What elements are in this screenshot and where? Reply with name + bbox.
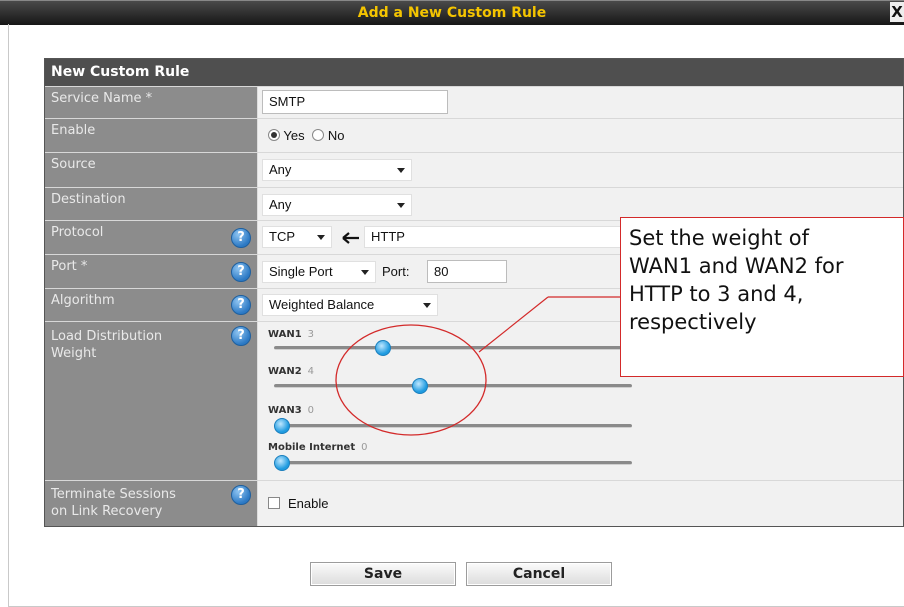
annotation-callout: Set the weight of WAN1 and WAN2 for HTTP… xyxy=(620,217,904,377)
annotation-line2: WAN1 and WAN2 for xyxy=(629,254,844,278)
annotation-line3: HTTP to 3 and 4, xyxy=(629,282,804,306)
annotation-leader-line xyxy=(478,296,549,353)
annotation-line4: respectively xyxy=(629,310,757,334)
annotation-ellipse xyxy=(335,324,487,436)
annotation-line1: Set the weight of xyxy=(629,226,810,250)
